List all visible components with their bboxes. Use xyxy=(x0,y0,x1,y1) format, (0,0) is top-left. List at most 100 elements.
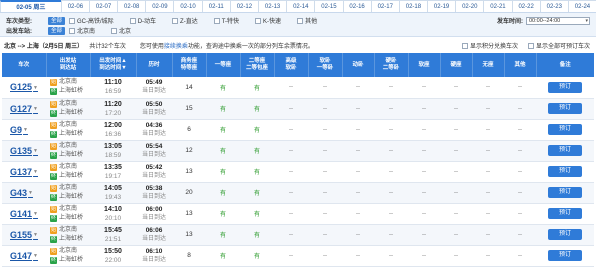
date-tab[interactable]: 02-16 xyxy=(342,0,372,12)
seat-unavailable-cell: -- xyxy=(308,224,342,246)
date-tab[interactable]: 02-07 xyxy=(88,0,119,12)
departure-time-select[interactable]: 00:00--24:00 ▾ xyxy=(526,16,590,25)
date-tab[interactable]: 02-20 xyxy=(455,0,485,12)
station-checkbox[interactable]: 北京 xyxy=(111,26,131,35)
train-code-cell[interactable]: G155▼ xyxy=(2,224,46,246)
train-code-link[interactable]: G9 xyxy=(10,125,22,135)
date-tab[interactable]: 02-12 xyxy=(229,0,259,12)
remark-cell: 预订 xyxy=(536,203,594,225)
chevron-down-icon[interactable]: ▼ xyxy=(33,169,38,175)
train-code-cell[interactable]: G137▼ xyxy=(2,161,46,183)
date-tab[interactable]: 02-22 xyxy=(511,0,541,12)
station-cell: 始北京南终上海虹桥 xyxy=(46,140,90,162)
date-tab[interactable]: 02-24 xyxy=(567,0,596,12)
train-code-cell[interactable]: G141▼ xyxy=(2,203,46,225)
duration: 05:38 xyxy=(145,184,163,192)
date-tab[interactable]: 02-23 xyxy=(539,0,569,12)
train-code-cell[interactable]: G125▼ xyxy=(2,77,46,99)
chevron-down-icon[interactable]: ▼ xyxy=(33,106,38,112)
train-type-all-button[interactable]: 全部 xyxy=(48,16,66,25)
chevron-down-icon[interactable]: ▼ xyxy=(28,190,33,196)
seat-unavailable-cell: -- xyxy=(504,182,536,204)
station-checkbox[interactable]: 北京南 xyxy=(69,26,95,35)
business-seat-cell: 13 xyxy=(172,203,206,225)
column-header: 出发站 到达站 xyxy=(46,53,91,77)
book-button[interactable]: 预订 xyxy=(548,208,582,219)
start-station-badge: 始 xyxy=(50,121,57,129)
train-code-cell[interactable]: G147▼ xyxy=(2,245,46,267)
date-tab[interactable]: 02-08 xyxy=(117,0,147,12)
train-code-link[interactable]: G137 xyxy=(10,167,32,177)
chevron-down-icon[interactable]: ▼ xyxy=(33,253,38,259)
date-tab[interactable]: 02-13 xyxy=(257,0,288,12)
date-tab[interactable]: 02-14 xyxy=(286,0,316,12)
seat-unavailable-cell: -- xyxy=(408,224,440,246)
train-type-label: Z-直达 xyxy=(180,19,198,25)
train-code-link[interactable]: G127 xyxy=(10,104,32,114)
chevron-down-icon[interactable]: ▼ xyxy=(33,211,38,217)
train-table: 车次 出发站 到达站 出发时间▲ 到达时间▼ 历时 商务座 特等座 一等座 二等座 二等包座 高级 软卧… xyxy=(2,53,594,267)
train-type-checkbox[interactable]: K-快速 xyxy=(255,16,281,25)
train-type-checkbox[interactable]: D-动车 xyxy=(129,16,156,25)
bookable-trains-checkbox[interactable]: 显示全部可预订车次 xyxy=(527,41,590,50)
train-code-link[interactable]: G147 xyxy=(10,251,32,261)
train-code-link[interactable]: G43 xyxy=(10,188,27,198)
arrival-day: 当日到达 xyxy=(141,235,166,242)
train-code-link[interactable]: G135 xyxy=(10,146,32,156)
train-code-cell[interactable]: G127▼ xyxy=(2,98,46,120)
seat-unavailable-cell: -- xyxy=(472,224,504,246)
remark-cell: 预订 xyxy=(536,98,594,120)
date-tab[interactable]: 02-11 xyxy=(201,0,231,12)
remark-cell: 预订 xyxy=(536,77,594,99)
date-tab[interactable]: 02-06 xyxy=(60,0,90,12)
column-header[interactable]: 出发时间▲ 到达时间▼ xyxy=(90,53,137,77)
station-all-button[interactable]: 全部 xyxy=(48,26,66,35)
book-button[interactable]: 预订 xyxy=(548,229,582,240)
book-button[interactable]: 预订 xyxy=(548,81,582,93)
seat-unavailable-cell: -- xyxy=(274,98,308,120)
transfer-link[interactable]: 接续换乘 xyxy=(164,44,188,50)
book-button[interactable]: 预订 xyxy=(548,166,582,177)
seat-unavailable-cell: -- xyxy=(440,245,472,267)
train-code-link[interactable]: G125 xyxy=(10,82,32,92)
seat-unavailable-cell: -- xyxy=(472,203,504,225)
to-station: 上海虹桥 xyxy=(59,214,84,221)
date-tab[interactable]: 02-18 xyxy=(398,0,429,12)
date-tab[interactable]: 02-10 xyxy=(173,0,203,12)
train-code-cell[interactable]: G135▼ xyxy=(2,140,46,162)
book-button[interactable]: 预订 xyxy=(548,124,582,135)
train-type-checkbox[interactable]: GC-高铁/城际 xyxy=(69,16,114,25)
date-tab[interactable]: 02-15 xyxy=(314,0,344,12)
book-button[interactable]: 预订 xyxy=(548,250,582,261)
seat-unavailable-cell: -- xyxy=(472,245,504,267)
train-code-link[interactable]: G141 xyxy=(10,209,32,219)
station-label: 北京 xyxy=(119,29,132,35)
chevron-down-icon[interactable]: ▼ xyxy=(33,232,38,238)
departure-time-filter: 发车时间: 00:00--24:00 ▾ xyxy=(497,16,590,25)
route-title: 北京 --> 上海（2月5日 周三） xyxy=(4,43,84,50)
station-label: 出发车站: xyxy=(6,29,32,35)
chevron-down-icon[interactable]: ▼ xyxy=(33,148,38,154)
book-button[interactable]: 预订 xyxy=(548,187,582,198)
departure-time: 12:00 xyxy=(104,121,122,129)
book-button[interactable]: 预订 xyxy=(548,103,582,114)
train-type-checkbox[interactable]: Z-直达 xyxy=(172,16,198,25)
duration: 04:36 xyxy=(145,121,163,129)
train-code-link[interactable]: G155 xyxy=(10,230,32,240)
train-type-label: GC-高铁/城际 xyxy=(77,19,114,25)
seat-unavailable-cell: -- xyxy=(408,140,440,162)
train-code-cell[interactable]: G43▼ xyxy=(2,182,46,204)
date-tab[interactable]: 02-09 xyxy=(145,0,175,12)
points-trains-checkbox[interactable]: 显示积分兑换车次 xyxy=(461,41,518,50)
book-button[interactable]: 预订 xyxy=(548,145,582,156)
chevron-down-icon[interactable]: ▼ xyxy=(23,127,28,133)
duration-cell: 05:54 当日到达 xyxy=(136,140,172,162)
train-code-cell[interactable]: G9▼ xyxy=(2,119,46,141)
date-tab[interactable]: 02-19 xyxy=(427,0,457,12)
date-tab[interactable]: 02-21 xyxy=(483,0,513,12)
train-type-checkbox[interactable]: 其他 xyxy=(297,16,317,25)
chevron-down-icon[interactable]: ▼ xyxy=(33,85,38,91)
date-tab[interactable]: 02-17 xyxy=(370,0,400,12)
date-tab[interactable]: 02-05 周三 xyxy=(0,0,62,12)
train-type-checkbox[interactable]: T-特快 xyxy=(213,16,239,25)
